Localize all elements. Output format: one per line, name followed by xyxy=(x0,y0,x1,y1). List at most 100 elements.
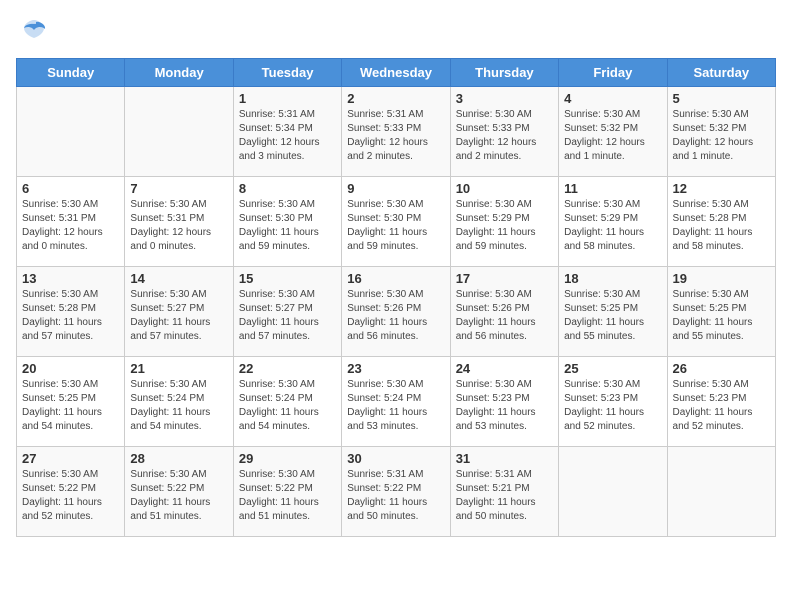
day-number: 27 xyxy=(22,451,119,466)
day-info: Sunrise: 5:30 AM Sunset: 5:22 PM Dayligh… xyxy=(130,468,227,524)
calendar-cell: 25 Sunrise: 5:30 AM Sunset: 5:23 PM Dayli… xyxy=(559,357,667,447)
calendar-cell: 10 Sunrise: 5:30 AM Sunset: 5:29 PM Dayli… xyxy=(450,177,558,267)
calendar-cell: 14 Sunrise: 5:30 AM Sunset: 5:27 PM Dayli… xyxy=(125,267,233,357)
day-info: Sunrise: 5:31 AM Sunset: 5:34 PM Dayligh… xyxy=(239,108,336,164)
day-info: Sunrise: 5:30 AM Sunset: 5:25 PM Dayligh… xyxy=(564,288,661,344)
day-info: Sunrise: 5:30 AM Sunset: 5:32 PM Dayligh… xyxy=(564,108,661,164)
calendar-cell: 3 Sunrise: 5:30 AM Sunset: 5:33 PM Daylig… xyxy=(450,87,558,177)
day-info: Sunrise: 5:30 AM Sunset: 5:33 PM Dayligh… xyxy=(456,108,553,164)
calendar-cell: 26 Sunrise: 5:30 AM Sunset: 5:23 PM Dayli… xyxy=(667,357,775,447)
calendar-cell: 27 Sunrise: 5:30 AM Sunset: 5:22 PM Dayli… xyxy=(17,447,125,537)
day-number: 21 xyxy=(130,361,227,376)
calendar-cell: 15 Sunrise: 5:30 AM Sunset: 5:27 PM Dayli… xyxy=(233,267,341,357)
calendar-cell: 19Sunrise: 5:30 AM Sunset: 5:25 PM Dayli… xyxy=(667,267,775,357)
calendar-cell: 23 Sunrise: 5:30 AM Sunset: 5:24 PM Dayli… xyxy=(342,357,450,447)
day-number: 29 xyxy=(239,451,336,466)
day-info: Sunrise: 5:30 AM Sunset: 5:30 PM Dayligh… xyxy=(347,198,444,254)
day-info: Sunrise: 5:30 AM Sunset: 5:31 PM Dayligh… xyxy=(22,198,119,254)
calendar-cell: 5 Sunrise: 5:30 AM Sunset: 5:32 PM Daylig… xyxy=(667,87,775,177)
calendar-cell: 12Sunrise: 5:30 AM Sunset: 5:28 PM Dayli… xyxy=(667,177,775,267)
logo-bird-icon xyxy=(20,16,48,50)
day-number: 20 xyxy=(22,361,119,376)
calendar-cell: 29Sunrise: 5:30 AM Sunset: 5:22 PM Dayli… xyxy=(233,447,341,537)
day-number: 14 xyxy=(130,271,227,286)
day-info: Sunrise: 5:30 AM Sunset: 5:31 PM Dayligh… xyxy=(130,198,227,254)
weekday-header-sunday: Sunday xyxy=(17,59,125,87)
day-info: Sunrise: 5:30 AM Sunset: 5:30 PM Dayligh… xyxy=(239,198,336,254)
day-info: Sunrise: 5:30 AM Sunset: 5:22 PM Dayligh… xyxy=(22,468,119,524)
calendar-cell: 22 Sunrise: 5:30 AM Sunset: 5:24 PM Dayli… xyxy=(233,357,341,447)
day-number: 18 xyxy=(564,271,661,286)
calendar-body: 1Sunrise: 5:31 AM Sunset: 5:34 PM Daylig… xyxy=(17,87,776,537)
day-number: 28 xyxy=(130,451,227,466)
day-number: 26 xyxy=(673,361,770,376)
day-number: 30 xyxy=(347,451,444,466)
calendar-week-3: 13 Sunrise: 5:30 AM Sunset: 5:28 PM Dayli… xyxy=(17,267,776,357)
calendar-cell: 24 Sunrise: 5:30 AM Sunset: 5:23 PM Dayli… xyxy=(450,357,558,447)
day-number: 8 xyxy=(239,181,336,196)
day-number: 4 xyxy=(564,91,661,106)
day-number: 10 xyxy=(456,181,553,196)
calendar-cell: 6Sunrise: 5:30 AM Sunset: 5:31 PM Daylig… xyxy=(17,177,125,267)
day-number: 13 xyxy=(22,271,119,286)
day-number: 17 xyxy=(456,271,553,286)
calendar-cell xyxy=(667,447,775,537)
day-number: 25 xyxy=(564,361,661,376)
day-info: Sunrise: 5:30 AM Sunset: 5:27 PM Dayligh… xyxy=(239,288,336,344)
calendar-cell: 8 Sunrise: 5:30 AM Sunset: 5:30 PM Daylig… xyxy=(233,177,341,267)
calendar-cell: 28 Sunrise: 5:30 AM Sunset: 5:22 PM Dayli… xyxy=(125,447,233,537)
day-info: Sunrise: 5:30 AM Sunset: 5:26 PM Dayligh… xyxy=(347,288,444,344)
weekday-header-friday: Friday xyxy=(559,59,667,87)
calendar-cell xyxy=(559,447,667,537)
day-number: 3 xyxy=(456,91,553,106)
day-info: Sunrise: 5:30 AM Sunset: 5:26 PM Dayligh… xyxy=(456,288,553,344)
calendar-week-2: 6Sunrise: 5:30 AM Sunset: 5:31 PM Daylig… xyxy=(17,177,776,267)
weekday-header-monday: Monday xyxy=(125,59,233,87)
day-info: Sunrise: 5:31 AM Sunset: 5:22 PM Dayligh… xyxy=(347,468,444,524)
weekday-header-saturday: Saturday xyxy=(667,59,775,87)
day-info: Sunrise: 5:30 AM Sunset: 5:23 PM Dayligh… xyxy=(456,378,553,434)
day-number: 7 xyxy=(130,181,227,196)
day-number: 2 xyxy=(347,91,444,106)
calendar-cell: 13 Sunrise: 5:30 AM Sunset: 5:28 PM Dayli… xyxy=(17,267,125,357)
day-number: 16 xyxy=(347,271,444,286)
calendar-week-4: 20Sunrise: 5:30 AM Sunset: 5:25 PM Dayli… xyxy=(17,357,776,447)
day-info: Sunrise: 5:31 AM Sunset: 5:33 PM Dayligh… xyxy=(347,108,444,164)
calendar-cell: 7 Sunrise: 5:30 AM Sunset: 5:31 PM Daylig… xyxy=(125,177,233,267)
day-number: 12 xyxy=(673,181,770,196)
day-number: 11 xyxy=(564,181,661,196)
calendar-cell: 4 Sunrise: 5:30 AM Sunset: 5:32 PM Daylig… xyxy=(559,87,667,177)
calendar-cell: 30 Sunrise: 5:31 AM Sunset: 5:22 PM Dayli… xyxy=(342,447,450,537)
day-number: 23 xyxy=(347,361,444,376)
day-info: Sunrise: 5:30 AM Sunset: 5:23 PM Dayligh… xyxy=(564,378,661,434)
day-info: Sunrise: 5:30 AM Sunset: 5:29 PM Dayligh… xyxy=(456,198,553,254)
weekday-header-thursday: Thursday xyxy=(450,59,558,87)
day-info: Sunrise: 5:30 AM Sunset: 5:25 PM Dayligh… xyxy=(673,288,770,344)
day-number: 24 xyxy=(456,361,553,376)
day-info: Sunrise: 5:30 AM Sunset: 5:23 PM Dayligh… xyxy=(673,378,770,434)
day-info: Sunrise: 5:30 AM Sunset: 5:28 PM Dayligh… xyxy=(22,288,119,344)
day-number: 5 xyxy=(673,91,770,106)
calendar-cell: 21 Sunrise: 5:30 AM Sunset: 5:24 PM Dayli… xyxy=(125,357,233,447)
day-info: Sunrise: 5:30 AM Sunset: 5:27 PM Dayligh… xyxy=(130,288,227,344)
calendar-cell: 18 Sunrise: 5:30 AM Sunset: 5:25 PM Dayli… xyxy=(559,267,667,357)
day-info: Sunrise: 5:30 AM Sunset: 5:32 PM Dayligh… xyxy=(673,108,770,164)
weekday-header-tuesday: Tuesday xyxy=(233,59,341,87)
weekday-header-wednesday: Wednesday xyxy=(342,59,450,87)
day-info: Sunrise: 5:30 AM Sunset: 5:24 PM Dayligh… xyxy=(130,378,227,434)
day-info: Sunrise: 5:30 AM Sunset: 5:24 PM Dayligh… xyxy=(347,378,444,434)
day-number: 22 xyxy=(239,361,336,376)
calendar-header: SundayMondayTuesdayWednesdayThursdayFrid… xyxy=(17,59,776,87)
calendar-cell: 31Sunrise: 5:31 AM Sunset: 5:21 PM Dayli… xyxy=(450,447,558,537)
calendar-cell xyxy=(17,87,125,177)
weekday-header-row: SundayMondayTuesdayWednesdayThursdayFrid… xyxy=(17,59,776,87)
logo xyxy=(16,16,48,50)
day-info: Sunrise: 5:30 AM Sunset: 5:24 PM Dayligh… xyxy=(239,378,336,434)
calendar-cell: 9Sunrise: 5:30 AM Sunset: 5:30 PM Daylig… xyxy=(342,177,450,267)
day-number: 31 xyxy=(456,451,553,466)
day-number: 15 xyxy=(239,271,336,286)
day-info: Sunrise: 5:30 AM Sunset: 5:29 PM Dayligh… xyxy=(564,198,661,254)
calendar-cell: 16 Sunrise: 5:30 AM Sunset: 5:26 PM Dayli… xyxy=(342,267,450,357)
calendar-cell: 20Sunrise: 5:30 AM Sunset: 5:25 PM Dayli… xyxy=(17,357,125,447)
calendar-cell: 2 Sunrise: 5:31 AM Sunset: 5:33 PM Daylig… xyxy=(342,87,450,177)
